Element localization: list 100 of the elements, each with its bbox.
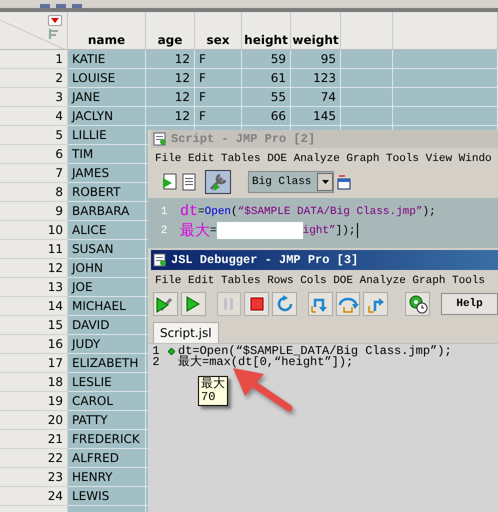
- row-number[interactable]: 21: [0, 430, 68, 449]
- table-cell: HENRY: [68, 468, 146, 487]
- table-cell: ROBERT: [68, 183, 146, 202]
- code-text: “$SAMPLE DATA/Big Class.jmp”: [238, 206, 422, 218]
- menu-item[interactable]: Windo: [458, 152, 492, 164]
- menu-item[interactable]: Rows: [267, 274, 294, 286]
- triangle-icon: [51, 18, 59, 23]
- row-number[interactable]: 19: [0, 392, 68, 411]
- circular-arrow-icon: [276, 295, 294, 313]
- table-cell: [341, 50, 393, 69]
- document-icon: [153, 253, 167, 267]
- column-header[interactable]: [393, 12, 498, 50]
- dropdown-button[interactable]: [48, 15, 62, 26]
- row-number[interactable]: 20: [0, 411, 68, 430]
- table-cell: JUDY: [68, 335, 146, 354]
- table-cell: MICHAEL: [68, 297, 146, 316]
- table-cell: 12: [146, 69, 195, 88]
- row-number[interactable]: 13: [0, 278, 68, 297]
- table-cell: LEWIS: [68, 487, 146, 506]
- run-script-icon[interactable]: [161, 173, 179, 191]
- step-out-icon: [366, 295, 385, 313]
- table-cell: LOUISE: [68, 69, 146, 88]
- line-number: 1: [160, 206, 168, 218]
- document-icon[interactable]: [182, 173, 196, 191]
- row-number[interactable]: 7: [0, 164, 68, 183]
- row-number[interactable]: 5: [0, 126, 68, 145]
- tab[interactable]: Script.jsl: [153, 322, 219, 343]
- code-text: (: [231, 206, 238, 218]
- table-cell: F: [195, 69, 242, 88]
- menu-item[interactable]: DOE: [333, 274, 354, 286]
- row-number[interactable]: 23: [0, 468, 68, 487]
- table-cell: BARBARA: [68, 202, 146, 221]
- column-header[interactable]: name: [68, 12, 146, 50]
- row-number[interactable]: 16: [0, 335, 68, 354]
- line-number: 2: [151, 357, 161, 368]
- row-number[interactable]: 10: [0, 221, 68, 240]
- column-header[interactable]: sex: [195, 12, 242, 50]
- column-header[interactable]: height: [242, 12, 291, 50]
- row-number[interactable]: 11: [0, 240, 68, 259]
- row-number[interactable]: 22: [0, 449, 68, 468]
- toolbar-button[interactable]: [153, 292, 178, 316]
- code-text: 最大: [180, 222, 210, 240]
- menu-item[interactable]: Graph: [346, 152, 380, 164]
- menu-item[interactable]: File: [155, 152, 182, 164]
- row-number[interactable]: 4: [0, 107, 68, 126]
- code-text: dt: [180, 203, 198, 220]
- code-text: =: [198, 206, 205, 218]
- row-number[interactable]: 18: [0, 373, 68, 392]
- row-number[interactable]: 14: [0, 297, 68, 316]
- debug-button[interactable]: [205, 170, 231, 194]
- code-text: ]);: [336, 224, 356, 236]
- row-number[interactable]: 9: [0, 202, 68, 221]
- menu-item[interactable]: Tools: [386, 152, 420, 164]
- column-header[interactable]: weight: [291, 12, 341, 50]
- menu-item[interactable]: Tools: [452, 274, 486, 286]
- table-cell: 55: [242, 88, 291, 107]
- menu-item[interactable]: File: [155, 274, 182, 286]
- code-editor[interactable]: 1 dt=Open(“$SAMPLE DATA/Big Class.jmp”); 2 最大= ight”]);: [148, 198, 498, 248]
- row-number[interactable]: 12: [0, 259, 68, 278]
- table-cell: [341, 107, 393, 126]
- toolbar-button[interactable]: [244, 292, 270, 316]
- menu-item[interactable]: Tables: [221, 274, 261, 286]
- table-cell: JACLYN: [68, 107, 146, 126]
- row-number[interactable]: 2: [0, 69, 68, 88]
- row-number[interactable]: 17: [0, 354, 68, 373]
- column-header[interactable]: [341, 12, 393, 50]
- table-cell: LESLIE: [68, 373, 146, 392]
- menu-item[interactable]: Analyze: [294, 152, 340, 164]
- toolbar-button[interactable]: [405, 292, 430, 316]
- row-number[interactable]: 8: [0, 183, 68, 202]
- table-cell: 59: [242, 50, 291, 69]
- menu-item[interactable]: Cols: [300, 274, 327, 286]
- row-number[interactable]: 24: [0, 487, 68, 506]
- code-text: );: [422, 206, 436, 218]
- menu-item[interactable]: DOE: [267, 152, 288, 164]
- tooltip-label: 最大: [201, 378, 225, 391]
- code-editor[interactable]: 1 dt=Open(“$SAMPLE_DATA/Big Class.jmp”); 2 最大=max(dt[0,“height”]); 最大 70: [148, 343, 498, 512]
- column-header[interactable]: age: [146, 12, 195, 50]
- row-number[interactable]: 15: [0, 316, 68, 335]
- table-cell: 61: [242, 69, 291, 88]
- help-button[interactable]: Help: [441, 293, 498, 315]
- menu-item[interactable]: Edit: [188, 274, 214, 286]
- menu-item[interactable]: Tables: [221, 152, 261, 164]
- table-cell: 12: [146, 107, 195, 126]
- stop-icon: [250, 297, 264, 311]
- toolbar-button[interactable]: [180, 292, 206, 316]
- code-text: dt=Open(“$SAMPLE_DATA/Big Class.jmp”);: [178, 346, 452, 357]
- table-dropdown[interactable]: Big Class: [248, 171, 334, 193]
- document-icon: [153, 132, 167, 146]
- table-icon[interactable]: [337, 174, 352, 190]
- menu-item[interactable]: Analyze: [360, 274, 406, 286]
- row-number[interactable]: 1: [0, 50, 68, 69]
- menu-item[interactable]: View: [426, 152, 452, 164]
- menu-item[interactable]: Edit: [188, 152, 214, 164]
- menu-item[interactable]: Graph: [412, 274, 446, 286]
- row-number[interactable]: 3: [0, 88, 68, 107]
- play-icon: [186, 296, 200, 312]
- table-cell: PATTY: [68, 411, 146, 430]
- table-cell: SUSAN: [68, 240, 146, 259]
- row-number[interactable]: 6: [0, 145, 68, 164]
